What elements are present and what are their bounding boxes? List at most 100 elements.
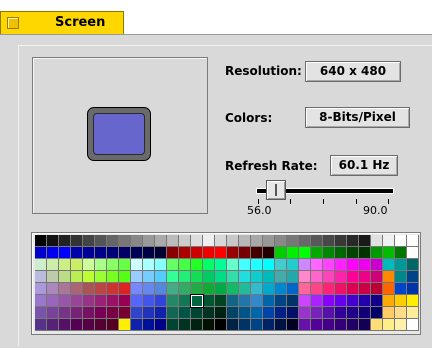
color-swatch[interactable]: [287, 283, 299, 295]
color-swatch[interactable]: [167, 259, 179, 271]
color-swatch[interactable]: [335, 307, 347, 319]
color-swatch[interactable]: [323, 271, 335, 283]
color-swatch[interactable]: [155, 307, 167, 319]
color-swatch[interactable]: [407, 283, 419, 295]
color-swatch[interactable]: [263, 295, 275, 307]
color-swatch[interactable]: [119, 319, 131, 331]
color-swatch[interactable]: [47, 319, 59, 331]
color-swatch[interactable]: [227, 247, 239, 259]
color-swatch[interactable]: [203, 295, 215, 307]
color-swatch[interactable]: [263, 271, 275, 283]
color-swatch[interactable]: [179, 271, 191, 283]
color-swatch[interactable]: [227, 295, 239, 307]
color-swatch[interactable]: [371, 259, 383, 271]
color-swatch[interactable]: [383, 235, 395, 247]
color-swatch[interactable]: [203, 319, 215, 331]
color-swatch[interactable]: [143, 247, 155, 259]
color-swatch[interactable]: [383, 295, 395, 307]
color-swatch[interactable]: [251, 235, 263, 247]
color-swatch[interactable]: [131, 247, 143, 259]
color-swatch[interactable]: [83, 247, 95, 259]
color-swatch[interactable]: [227, 319, 239, 331]
color-swatch[interactable]: [275, 247, 287, 259]
color-swatch[interactable]: [275, 307, 287, 319]
color-swatch[interactable]: [35, 271, 47, 283]
color-swatch[interactable]: [323, 283, 335, 295]
color-swatch[interactable]: [239, 283, 251, 295]
color-swatch[interactable]: [179, 283, 191, 295]
color-swatch[interactable]: [71, 319, 83, 331]
color-swatch[interactable]: [383, 319, 395, 331]
color-swatch[interactable]: [179, 307, 191, 319]
color-swatch[interactable]: [167, 295, 179, 307]
color-swatch[interactable]: [35, 259, 47, 271]
color-swatch[interactable]: [59, 259, 71, 271]
color-swatch[interactable]: [347, 283, 359, 295]
color-swatch[interactable]: [83, 235, 95, 247]
color-swatch[interactable]: [95, 295, 107, 307]
color-swatch[interactable]: [395, 319, 407, 331]
color-swatch[interactable]: [191, 247, 203, 259]
color-swatch[interactable]: [107, 319, 119, 331]
color-swatch[interactable]: [143, 319, 155, 331]
color-swatch[interactable]: [359, 295, 371, 307]
color-swatch[interactable]: [251, 247, 263, 259]
color-swatch[interactable]: [203, 271, 215, 283]
color-swatch[interactable]: [407, 259, 419, 271]
color-swatch[interactable]: [107, 283, 119, 295]
color-swatch[interactable]: [395, 283, 407, 295]
color-swatch[interactable]: [359, 259, 371, 271]
resolution-popup[interactable]: 640 x 480: [305, 61, 401, 82]
color-swatch[interactable]: [203, 247, 215, 259]
color-swatch[interactable]: [383, 259, 395, 271]
color-swatch[interactable]: [311, 307, 323, 319]
color-swatch[interactable]: [287, 319, 299, 331]
refresh-rate-slider-thumb[interactable]: [266, 180, 287, 200]
color-swatch[interactable]: [215, 283, 227, 295]
color-swatch[interactable]: [359, 271, 371, 283]
color-swatch[interactable]: [311, 283, 323, 295]
color-swatch[interactable]: [383, 247, 395, 259]
color-swatch[interactable]: [131, 283, 143, 295]
color-swatch[interactable]: [239, 271, 251, 283]
color-swatch[interactable]: [203, 259, 215, 271]
color-swatch[interactable]: [299, 235, 311, 247]
color-swatch[interactable]: [167, 319, 179, 331]
color-swatch[interactable]: [311, 319, 323, 331]
color-swatch[interactable]: [143, 283, 155, 295]
color-swatch[interactable]: [407, 295, 419, 307]
color-swatch[interactable]: [239, 247, 251, 259]
color-swatch[interactable]: [287, 307, 299, 319]
color-swatch[interactable]: [275, 235, 287, 247]
color-swatch[interactable]: [383, 271, 395, 283]
color-swatch[interactable]: [131, 295, 143, 307]
color-swatch[interactable]: [35, 247, 47, 259]
color-swatch[interactable]: [59, 283, 71, 295]
color-swatch[interactable]: [155, 247, 167, 259]
color-swatch[interactable]: [179, 295, 191, 307]
color-swatch[interactable]: [95, 259, 107, 271]
color-swatch[interactable]: [71, 283, 83, 295]
color-swatch[interactable]: [167, 283, 179, 295]
color-swatch[interactable]: [371, 247, 383, 259]
color-swatch[interactable]: [215, 259, 227, 271]
color-swatch[interactable]: [371, 319, 383, 331]
color-swatch[interactable]: [47, 235, 59, 247]
color-swatch[interactable]: [323, 247, 335, 259]
color-swatch[interactable]: [323, 235, 335, 247]
color-swatch[interactable]: [371, 271, 383, 283]
color-swatch[interactable]: [335, 235, 347, 247]
color-swatch[interactable]: [179, 235, 191, 247]
color-swatch[interactable]: [107, 307, 119, 319]
color-swatch[interactable]: [299, 271, 311, 283]
color-swatch[interactable]: [191, 259, 203, 271]
color-swatch[interactable]: [263, 259, 275, 271]
color-swatch[interactable]: [287, 259, 299, 271]
color-swatch[interactable]: [299, 259, 311, 271]
color-swatch[interactable]: [239, 235, 251, 247]
color-swatch[interactable]: [251, 259, 263, 271]
color-swatch[interactable]: [143, 271, 155, 283]
color-swatch[interactable]: [179, 259, 191, 271]
color-swatch[interactable]: [155, 271, 167, 283]
color-swatch[interactable]: [407, 247, 419, 259]
